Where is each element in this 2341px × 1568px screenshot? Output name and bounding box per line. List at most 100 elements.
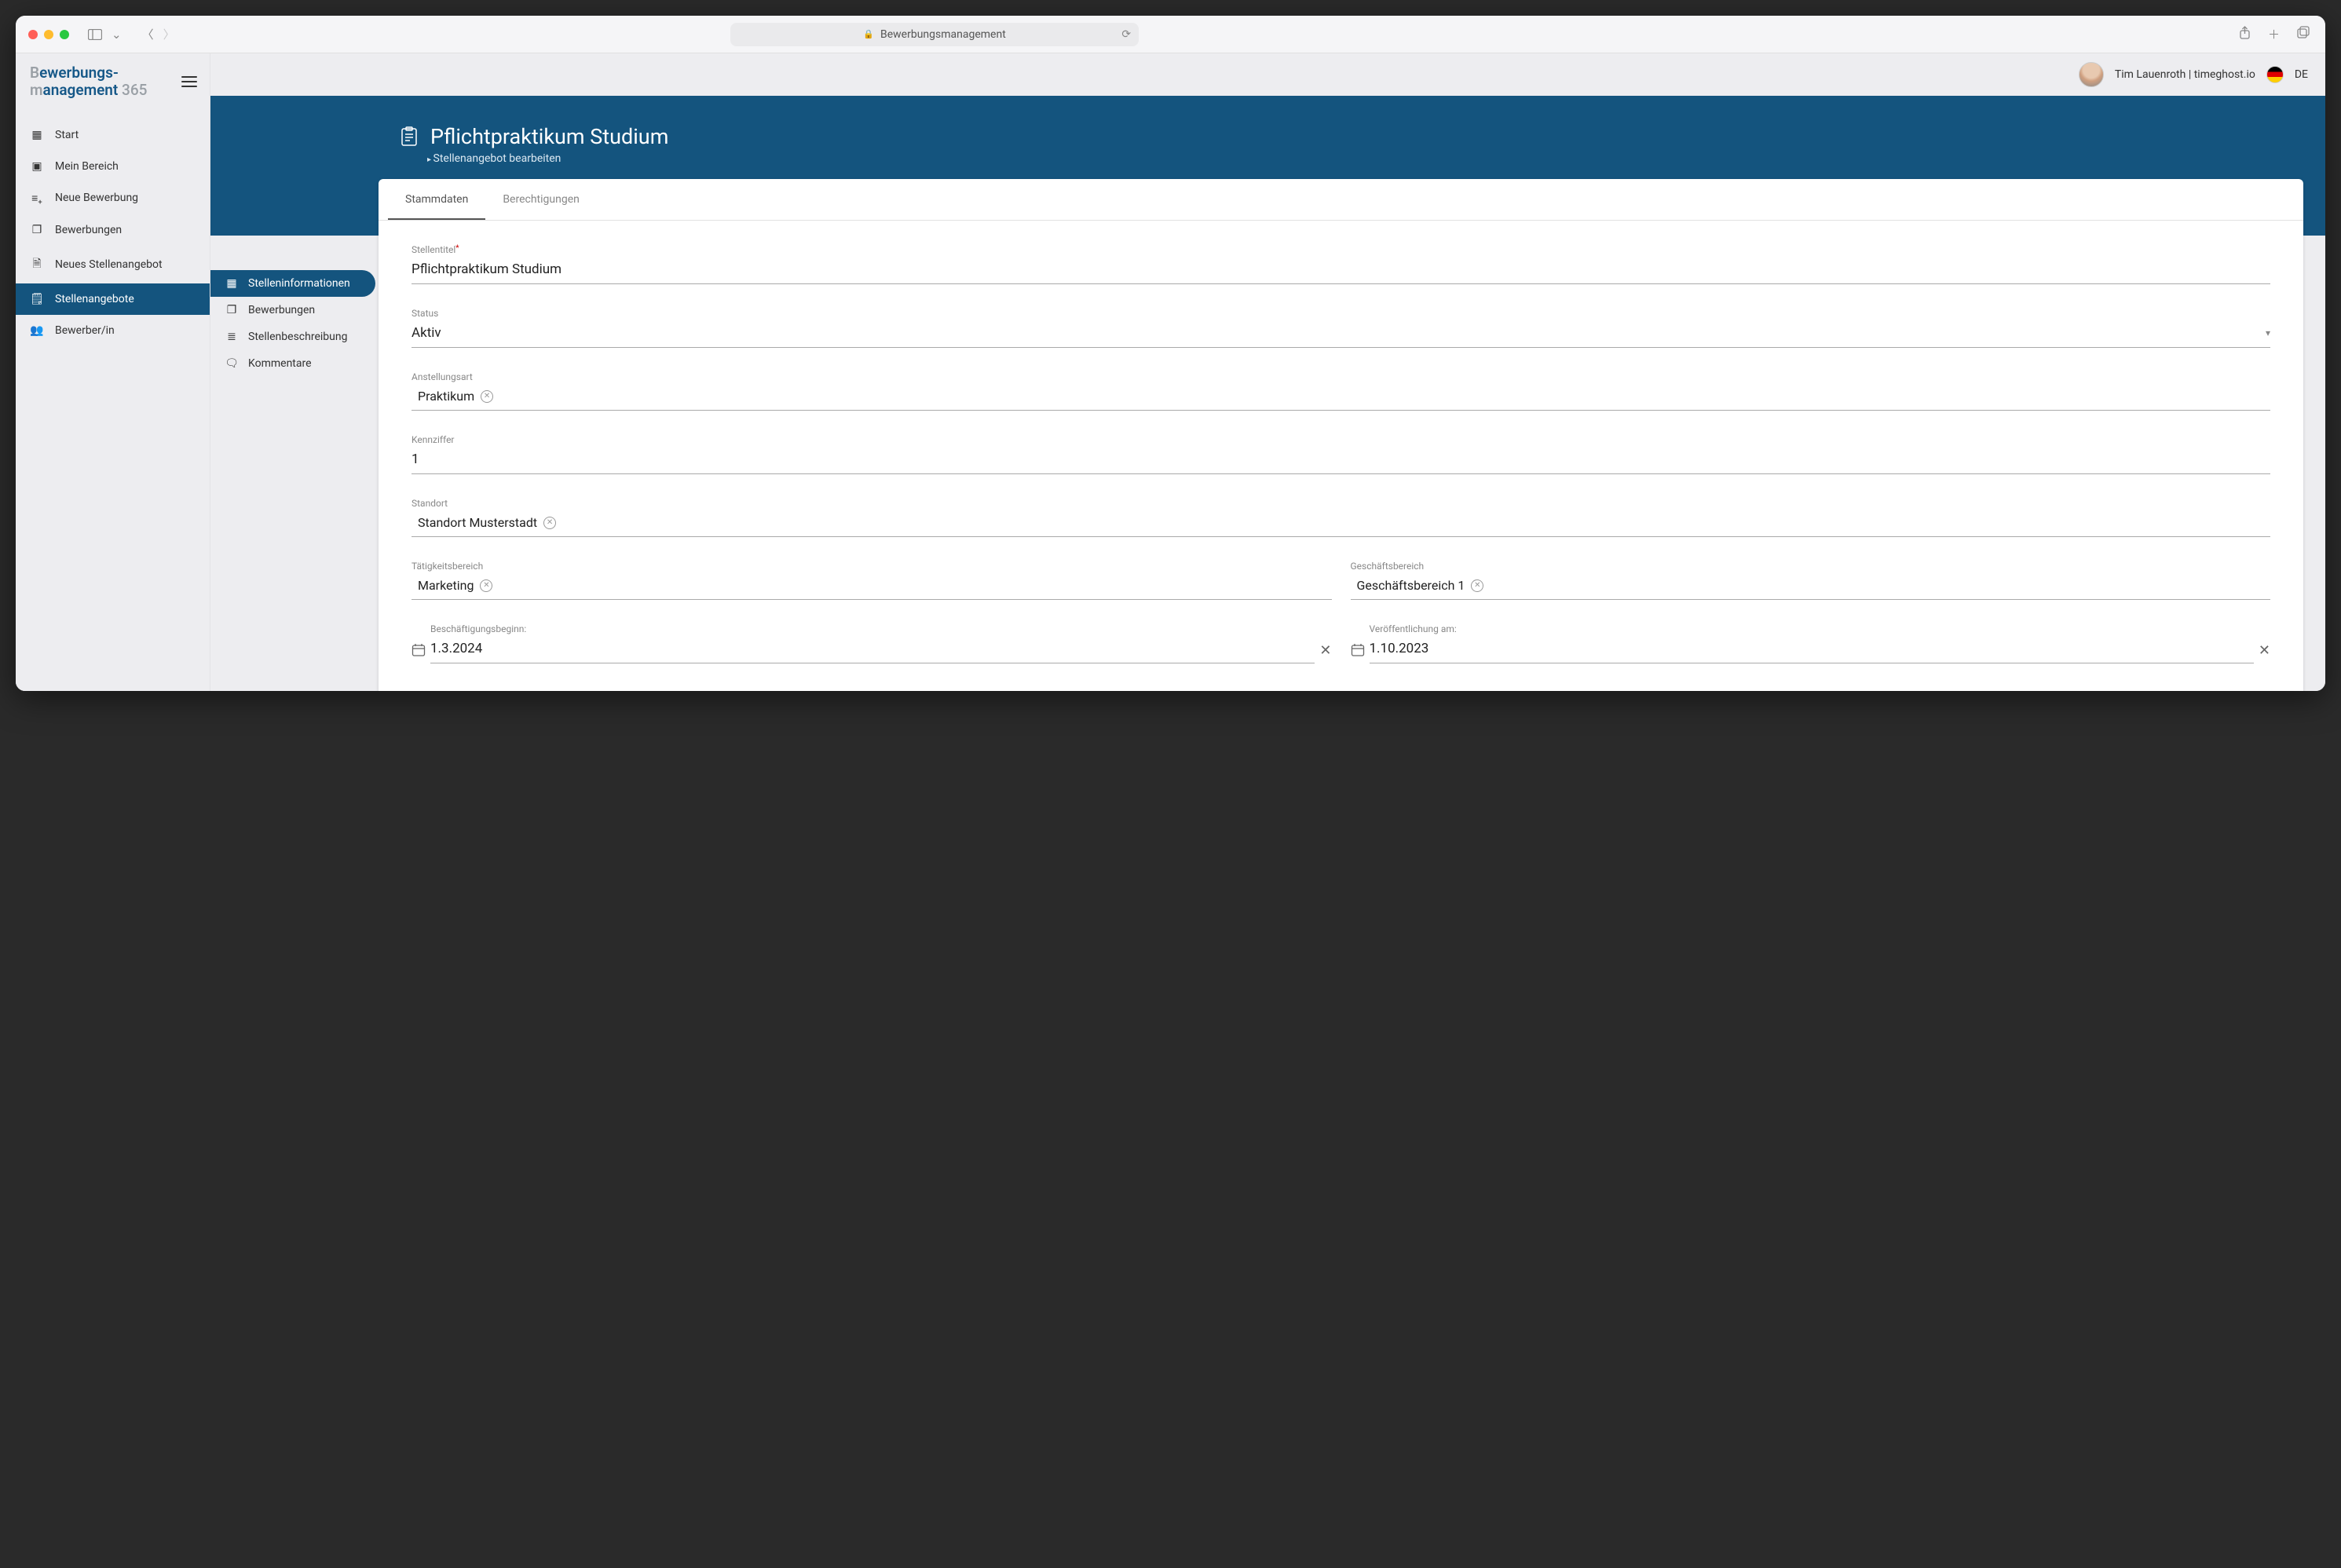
lock-icon: 🔒 [863, 29, 874, 39]
input-stellentitel[interactable]: Pflichtpraktikum Studium [412, 257, 2270, 284]
chipinput-anstellungsart[interactable]: Praktikum ✕ [412, 384, 2270, 411]
nav-bewerbungen[interactable]: ❐ Bewerbungen [16, 214, 210, 246]
subnav-kommentare[interactable]: 🗨 Kommentare [210, 350, 375, 377]
new-tab-icon[interactable]: ＋ [2265, 26, 2283, 42]
chipinput-geschaeftsbereich[interactable]: Geschäftsbereich 1 ✕ [1351, 573, 2271, 600]
nav-label: Bewerber/in [55, 324, 115, 337]
field-kennziffer: Kennziffer 1 [412, 434, 2270, 474]
window-fullscreen-button[interactable] [60, 30, 69, 39]
select-status-value: Aktiv [412, 325, 441, 341]
label-kennziffer: Kennziffer [412, 434, 2270, 445]
calendar-icon[interactable] [1351, 643, 1365, 663]
subnav-bewerbungen[interactable]: ❐ Bewerbungen [210, 297, 375, 323]
page-subtitle: Stellenangebot bearbeiten [427, 152, 2303, 165]
main-column: Tim Lauenroth | timeghost.io DE ▦ Stelle… [210, 53, 2325, 691]
field-anstellungsart: Anstellungsart Praktikum ✕ [412, 371, 2270, 411]
window-close-button[interactable] [28, 30, 38, 39]
content-wrap: ▦ Stelleninformationen ❐ Bewerbungen ≣ S… [210, 96, 2325, 691]
tab-berechtigungen[interactable]: Berechtigungen [485, 179, 597, 220]
input-veroeffentlichung[interactable]: 1.10.2023 [1370, 636, 2254, 663]
grid-icon: ▦ [225, 277, 239, 290]
page-title: Pflichtpraktikum Studium [430, 124, 668, 149]
menu-toggle-icon[interactable] [181, 76, 197, 87]
label-geschaeftsbereich: Geschäftsbereich [1351, 561, 2271, 572]
subnav-label: Kommentare [248, 357, 312, 370]
chip-remove-icon[interactable]: ✕ [480, 579, 492, 592]
address-label: Bewerbungsmanagement [880, 28, 1006, 41]
document-add-icon: 🗎 [30, 255, 44, 274]
nav-label: Neue Bewerbung [55, 192, 138, 204]
field-veroeffentlichung: Veröffentlichung am: 1.10.2023 ✕ [1351, 623, 2271, 663]
user-display: Tim Lauenroth | timeghost.io [2115, 68, 2255, 81]
field-taetigkeitsbereich: Tätigkeitsbereich Marketing ✕ [412, 561, 1332, 600]
label-veroeffentlichung: Veröffentlichung am: [1370, 623, 2271, 634]
nav-label: Mein Bereich [55, 160, 119, 173]
clear-icon[interactable]: ✕ [1319, 642, 1331, 663]
app-root: Bewerbungs- management 365 ▦ Start ▣ Mei… [16, 53, 2325, 691]
share-icon[interactable] [2236, 26, 2254, 42]
chip-remove-icon[interactable]: ✕ [1471, 579, 1483, 592]
nav-label: Stellenangebote [55, 293, 134, 305]
stack-icon: ❐ [225, 304, 239, 316]
clear-icon[interactable]: ✕ [2259, 642, 2270, 663]
grid-icon: ▦ [30, 129, 44, 141]
select-status[interactable]: Aktiv [412, 320, 2270, 348]
nav-stellenangebote[interactable]: 🗒 Stellenangebote [16, 283, 210, 315]
brand-logo: Bewerbungs- management 365 [30, 64, 147, 99]
logo-row: Bewerbungs- management 365 [16, 53, 210, 113]
nav-bewerber[interactable]: 👥 Bewerber/in [16, 315, 210, 346]
subnav-stelleninformationen[interactable]: ▦ Stelleninformationen [210, 270, 375, 297]
window-minimize-button[interactable] [44, 30, 53, 39]
titlebar: ⌄ 〈 〉 🔒 Bewerbungsmanagement ⟳ ＋ [16, 16, 2325, 53]
field-beginn: Beschäftigungsbeginn: 1.3.2024 ✕ [412, 623, 1332, 663]
chip-anstellungsart: Praktikum ✕ [412, 389, 493, 404]
locale-label[interactable]: DE [2295, 68, 2308, 81]
chipinput-taetigkeitsbereich[interactable]: Marketing ✕ [412, 573, 1332, 600]
label-anstellungsart: Anstellungsart [412, 371, 2270, 382]
user-badge-icon: ▣ [30, 160, 44, 173]
input-beginn[interactable]: 1.3.2024 [430, 636, 1315, 663]
tabs-overview-icon[interactable] [2294, 26, 2313, 42]
people-icon: 👥 [30, 324, 44, 337]
label-taetigkeitsbereich: Tätigkeitsbereich [412, 561, 1332, 572]
label-stellentitel: Stellentitel* [412, 244, 2270, 255]
reload-icon[interactable]: ⟳ [1121, 28, 1131, 41]
nav-label: Bewerbungen [55, 224, 122, 236]
flag-de-icon[interactable] [2266, 66, 2284, 83]
nav-neues-stellenangebot[interactable]: 🗎 Neues Stellenangebot [16, 246, 210, 283]
field-stellentitel: Stellentitel* Pflichtpraktikum Studium [412, 244, 2270, 284]
comment-icon: 🗨 [225, 357, 239, 370]
chevron-down-icon[interactable]: ⌄ [108, 27, 125, 42]
browser-window: ⌄ 〈 〉 🔒 Bewerbungsmanagement ⟳ ＋ Bewer [16, 16, 2325, 691]
chip-remove-icon[interactable]: ✕ [543, 517, 556, 529]
stack-icon: ❐ [30, 224, 44, 236]
subnav-label: Stelleninformationen [248, 277, 350, 290]
label-beginn: Beschäftigungsbeginn: [430, 623, 1332, 634]
chip-geschaeftsbereich: Geschäftsbereich 1 ✕ [1351, 578, 1484, 593]
calendar-icon[interactable] [412, 643, 426, 663]
subnav-stellenbeschreibung[interactable]: ≣ Stellenbeschreibung [210, 323, 375, 350]
back-icon[interactable]: 〈 [139, 26, 157, 42]
chip-taetigkeitsbereich: Marketing ✕ [412, 578, 492, 593]
tab-stammdaten[interactable]: Stammdaten [388, 179, 485, 220]
lines-icon: ≣ [225, 331, 239, 343]
nav-label: Start [55, 129, 79, 141]
subnav-label: Stellenbeschreibung [248, 331, 347, 343]
chip-remove-icon[interactable]: ✕ [481, 390, 493, 403]
form: Stellentitel* Pflichtpraktikum Studium S… [379, 221, 2303, 691]
nav-label: Neues Stellenangebot [55, 258, 163, 271]
avatar[interactable] [2079, 62, 2104, 87]
nav-neue-bewerbung[interactable]: ≡₊ Neue Bewerbung [16, 182, 210, 214]
chipinput-standort[interactable]: Standort Musterstadt ✕ [412, 510, 2270, 537]
forward-icon[interactable]: 〉 [160, 26, 178, 42]
content-area: Pflichtpraktikum Studium Stellenangebot … [379, 96, 2325, 691]
label-standort: Standort [412, 498, 2270, 509]
label-status: Status [412, 308, 2270, 319]
nav-start[interactable]: ▦ Start [16, 119, 210, 151]
address-bar[interactable]: 🔒 Bewerbungsmanagement ⟳ [730, 23, 1139, 46]
nav-mein-bereich[interactable]: ▣ Mein Bereich [16, 151, 210, 182]
sidebar-toggle-icon[interactable] [85, 29, 105, 40]
clipboard-icon: 🗒 [30, 293, 44, 305]
field-status: Status Aktiv [412, 308, 2270, 348]
input-kennziffer[interactable]: 1 [412, 447, 2270, 474]
